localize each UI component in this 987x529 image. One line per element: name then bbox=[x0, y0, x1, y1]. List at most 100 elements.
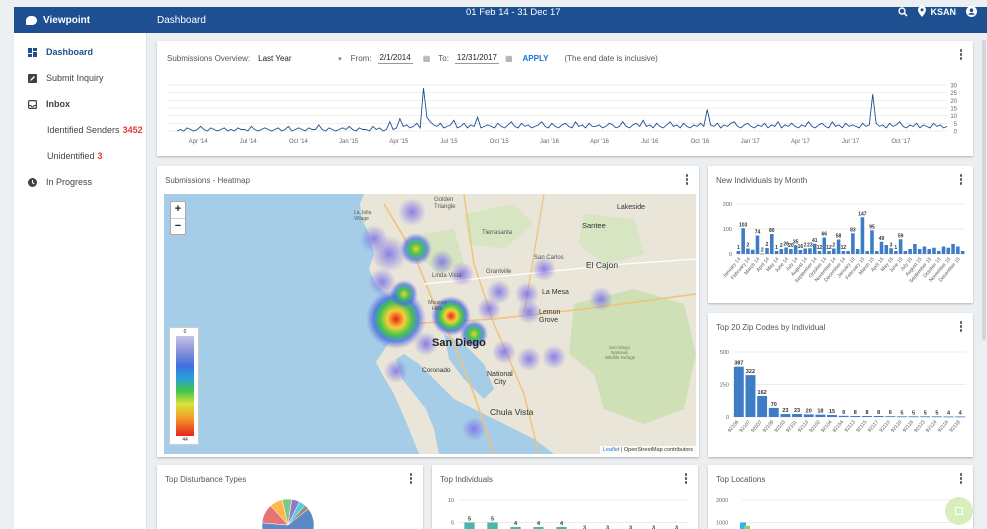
data-label: 4 bbox=[959, 410, 963, 416]
bar bbox=[960, 251, 965, 254]
sidebar-item-in-progress[interactable]: In Progress bbox=[14, 169, 146, 195]
x-tick-label: Apr '17 bbox=[791, 139, 810, 145]
bar bbox=[736, 251, 741, 254]
date-range[interactable]: 01 Feb 14 - 31 Dec 17 bbox=[466, 7, 561, 18]
location-selector[interactable]: KSAN bbox=[918, 6, 956, 17]
data-label: 6 bbox=[889, 410, 892, 416]
y-tick-label: 0 bbox=[726, 415, 729, 421]
grid-menu-button[interactable] bbox=[945, 497, 973, 525]
x-tick-label: Jan '16 bbox=[540, 139, 560, 145]
bar bbox=[860, 217, 865, 254]
place-label: Tierrasanta bbox=[482, 230, 513, 236]
heatmap-card: Submissions - Heatmap Golden Triangle La… bbox=[157, 166, 699, 457]
bar bbox=[855, 249, 860, 254]
x-tick-label: 92124 bbox=[925, 419, 939, 434]
data-label: 12 bbox=[841, 245, 847, 251]
place-label: Grantville bbox=[486, 269, 512, 275]
bar bbox=[464, 522, 475, 529]
data-label: 3 bbox=[606, 526, 609, 529]
place-label: Golden bbox=[434, 197, 453, 203]
data-label: 74 bbox=[755, 230, 761, 236]
x-tick-label: 92117 bbox=[867, 419, 880, 433]
place-label: Wildlife Refuge bbox=[605, 355, 636, 360]
search-icon[interactable] bbox=[898, 6, 909, 17]
bar bbox=[769, 234, 774, 254]
x-tick-label: 92106 bbox=[727, 419, 741, 434]
zoom-in-button[interactable]: + bbox=[171, 202, 185, 218]
data-label: 23 bbox=[794, 408, 800, 414]
bar bbox=[487, 522, 498, 529]
page-scrollbar[interactable] bbox=[982, 40, 986, 340]
bar bbox=[955, 416, 966, 418]
y-tick-label: 5 bbox=[954, 122, 958, 128]
bar bbox=[908, 249, 912, 254]
data-label: 2 bbox=[766, 242, 769, 248]
data-label: 1 bbox=[775, 245, 778, 251]
x-tick-label: 92115 bbox=[855, 419, 868, 433]
account-circle-icon[interactable] bbox=[966, 6, 977, 17]
place-label: Coronado bbox=[422, 367, 451, 374]
sidebar-item-label: In Progress bbox=[46, 177, 93, 187]
x-tick-label: 92154 bbox=[832, 419, 846, 434]
data-label: 387 bbox=[734, 361, 743, 367]
bar bbox=[815, 414, 826, 417]
x-tick-label: Oct '15 bbox=[490, 139, 509, 145]
sidebar-item-label: Unidentified bbox=[47, 151, 95, 161]
bar bbox=[760, 253, 765, 255]
place-label: Grove bbox=[539, 317, 558, 324]
bar bbox=[780, 414, 791, 417]
data-label: 59 bbox=[898, 233, 904, 239]
leaflet-link[interactable]: Leaflet bbox=[603, 447, 620, 453]
zoom-control: + − bbox=[170, 201, 186, 235]
sidebar-item-unidentified[interactable]: Unidentified 3 bbox=[14, 143, 146, 169]
place-label: Chula Vista bbox=[490, 407, 534, 417]
bar bbox=[846, 251, 850, 254]
place-label: Santee bbox=[582, 221, 606, 230]
x-tick-label: 92110 bbox=[797, 419, 810, 433]
count-badge: 3452 bbox=[122, 125, 143, 135]
disturbance-pie-chart bbox=[261, 498, 315, 529]
count-badge: 3 bbox=[97, 151, 103, 161]
app: Viewpoint Dashboard 01 Feb 14 - 31 Dec 1… bbox=[0, 0, 987, 529]
data-label: 3 bbox=[629, 526, 632, 529]
map-svg: Golden Triangle La Jolla Village Lakesid… bbox=[354, 194, 696, 454]
bar bbox=[792, 414, 803, 417]
zoom-out-button[interactable]: − bbox=[171, 218, 185, 234]
bar bbox=[920, 416, 931, 418]
data-label: 12 bbox=[817, 245, 823, 251]
heatmap-legend: 0 44 bbox=[169, 327, 199, 445]
sidebar-item-identified-senders[interactable]: Identified Senders 3452 bbox=[14, 117, 146, 143]
bar bbox=[768, 407, 779, 417]
heatmap-map[interactable]: Golden Triangle La Jolla Village Lakesid… bbox=[164, 194, 696, 454]
edit-icon bbox=[28, 73, 37, 83]
bar bbox=[903, 251, 908, 254]
more-options-icon[interactable] bbox=[685, 174, 689, 186]
bar bbox=[932, 247, 936, 254]
x-tick-label: 92101 bbox=[785, 419, 799, 434]
clock-icon bbox=[28, 177, 37, 187]
sidebar-item-inbox[interactable]: Inbox bbox=[14, 91, 146, 117]
disturbance-types-card: Top Disturbance Types bbox=[157, 465, 423, 529]
brand[interactable]: Viewpoint bbox=[14, 15, 147, 26]
brand-name: Viewpoint bbox=[43, 14, 91, 26]
sidebar-item-dashboard[interactable]: Dashboard bbox=[14, 39, 146, 65]
data-label: 1 bbox=[894, 245, 897, 251]
x-tick-label: 92113 bbox=[844, 419, 857, 433]
data-label: 103 bbox=[739, 222, 748, 228]
bar bbox=[884, 245, 889, 254]
dashboard-icon bbox=[28, 47, 37, 57]
x-tick-label: 92102 bbox=[808, 419, 822, 434]
osm-attribution: | OpenStreetMap contributors bbox=[619, 447, 693, 453]
sidebar-item-submit-inquiry[interactable]: Submit Inquiry bbox=[14, 65, 146, 91]
bar bbox=[789, 249, 793, 254]
place-label: San Carlos bbox=[534, 255, 564, 261]
data-label: 58 bbox=[836, 234, 842, 240]
data-label: 3 bbox=[890, 242, 893, 248]
bar bbox=[774, 251, 779, 254]
data-label: 4 bbox=[537, 521, 541, 527]
bar bbox=[850, 415, 861, 417]
bar bbox=[862, 415, 872, 417]
location-pin-icon bbox=[918, 6, 927, 17]
data-label: 8 bbox=[865, 410, 868, 416]
x-tick-label: Apr '16 bbox=[590, 139, 609, 145]
